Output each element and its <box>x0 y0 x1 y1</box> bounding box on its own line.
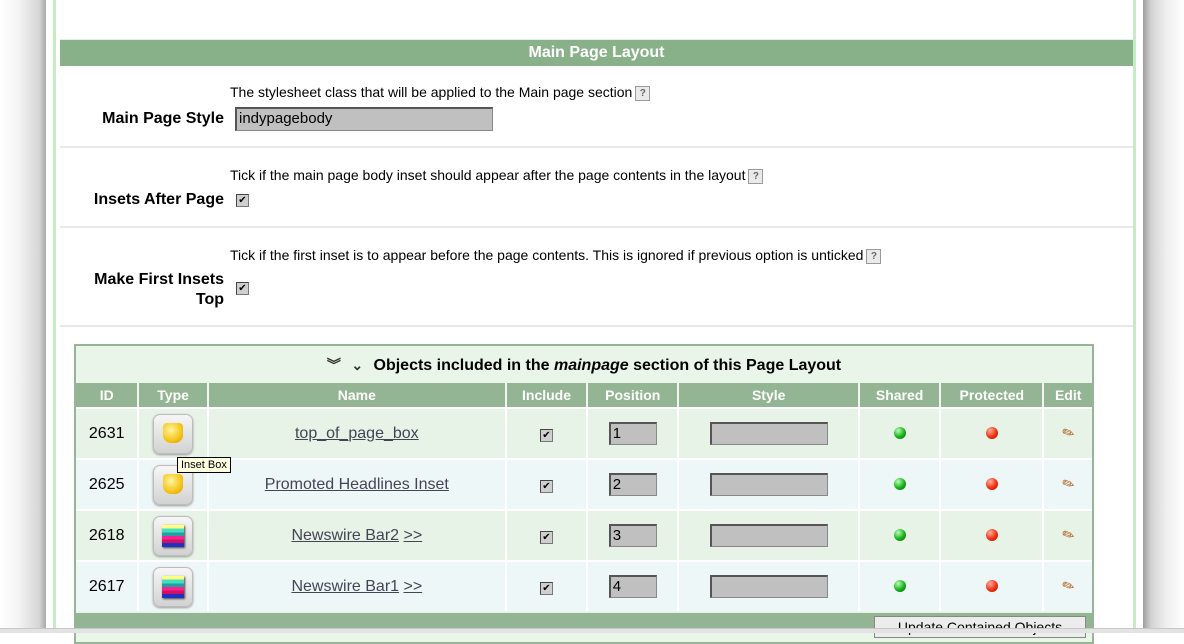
protected-status-red-icon <box>985 580 998 593</box>
newswire-bar-icon <box>153 566 194 607</box>
table-row: 2631 top_of_page_box ✔ 1 ✏ <box>76 407 1092 458</box>
column-header-position: Position <box>588 383 680 407</box>
setting-label: Main Page Style <box>102 110 224 127</box>
objects-table: ID Type Name Include Position Style Shar… <box>76 383 1092 611</box>
style-input[interactable] <box>709 524 828 547</box>
object-id: 2625 <box>76 458 140 509</box>
expand-link[interactable]: >> <box>404 578 423 595</box>
include-checkbox[interactable]: ✔ <box>540 530 553 544</box>
setting-description: Tick if the first inset is to appear bef… <box>230 247 882 264</box>
style-input[interactable] <box>709 575 828 598</box>
column-header-edit: Edit <box>1044 383 1092 407</box>
table-row: 2618 Newswire Bar2 >> ✔ 3 ✏ <box>76 509 1092 560</box>
object-id: 2631 <box>76 407 140 458</box>
include-checkbox[interactable]: ✔ <box>540 581 553 595</box>
object-name-link[interactable]: Newswire Bar2 <box>291 527 399 544</box>
window-shadow-left <box>0 0 46 632</box>
object-id: 2617 <box>76 560 140 611</box>
page-container: Main Page Layout The stylesheet class th… <box>53 0 1136 644</box>
update-contained-objects-button[interactable]: Update Contained Objects <box>874 616 1086 638</box>
section-title: Main Page Layout <box>60 39 1133 66</box>
table-row: 2617 Newswire Bar1 >> ✔ 4 ✏ <box>76 560 1092 611</box>
setting-insets-after-page: Tick if the main page body inset should … <box>60 148 1133 228</box>
column-header-id: ID <box>76 383 140 407</box>
setting-description: Tick if the main page body inset should … <box>230 167 764 184</box>
protected-status-red-icon <box>985 529 998 542</box>
chevron-down-icon[interactable]: ⌄ <box>351 357 363 373</box>
edit-pencil-icon[interactable]: ✏ <box>1059 422 1077 443</box>
column-header-style: Style <box>679 383 860 407</box>
setting-label: Make First Insets Top <box>94 271 224 308</box>
window-bottom-edge <box>0 628 1184 633</box>
object-name-link[interactable]: top_of_page_box <box>295 425 419 442</box>
style-input[interactable] <box>709 422 828 445</box>
column-header-protected: Protected <box>941 383 1045 407</box>
include-checkbox[interactable]: ✔ <box>540 428 553 442</box>
column-header-name: Name <box>208 383 507 407</box>
edit-pencil-icon[interactable]: ✏ <box>1059 575 1077 596</box>
setting-make-first-insets-top: Tick if the first inset is to appear bef… <box>60 228 1133 327</box>
shared-status-green-icon <box>893 427 906 440</box>
setting-main-page-style: The stylesheet class that will be applie… <box>60 66 1133 148</box>
insets-after-page-checkbox[interactable]: ✔ <box>236 194 249 207</box>
objects-panel-header: ︾ ⌄ Objects included in the mainpage sec… <box>326 357 842 374</box>
setting-description: The stylesheet class that will be applie… <box>230 84 651 101</box>
table-header-row: ID Type Name Include Position Style Shar… <box>76 383 1092 407</box>
help-icon[interactable]: ? <box>748 168 764 184</box>
help-icon[interactable]: ? <box>635 85 651 101</box>
position-input[interactable]: 2 <box>608 473 657 496</box>
position-input[interactable]: 3 <box>608 524 657 547</box>
protected-status-red-icon <box>985 427 998 440</box>
double-chevron-down-icon[interactable]: ︾ <box>327 357 341 373</box>
position-input[interactable]: 4 <box>608 575 657 598</box>
position-input[interactable]: 1 <box>608 422 657 445</box>
make-first-insets-top-checkbox[interactable]: ✔ <box>236 282 249 295</box>
type-tooltip: Inset Box <box>177 457 231 473</box>
objects-panel: ︾ ⌄ Objects included in the mainpage sec… <box>74 344 1094 644</box>
column-header-type: Type <box>139 383 209 407</box>
include-checkbox[interactable]: ✔ <box>540 479 553 493</box>
inset-box-icon <box>153 413 194 454</box>
shared-status-green-icon <box>893 529 906 542</box>
protected-status-red-icon <box>985 478 998 491</box>
edit-pencil-icon[interactable]: ✏ <box>1059 473 1077 494</box>
help-icon[interactable]: ? <box>866 248 882 264</box>
newswire-bar-icon <box>153 515 194 556</box>
shared-status-green-icon <box>893 478 906 491</box>
style-input[interactable] <box>709 473 828 496</box>
object-name-link[interactable]: Newswire Bar1 <box>291 578 399 595</box>
column-header-include: Include <box>506 383 589 407</box>
main-page-style-input[interactable]: indypagebody <box>235 107 493 131</box>
object-id: 2618 <box>76 509 140 560</box>
column-header-shared: Shared <box>859 383 942 407</box>
shared-status-green-icon <box>893 580 906 593</box>
expand-link[interactable]: >> <box>404 527 423 544</box>
window-shadow-right <box>1143 0 1184 632</box>
setting-label: Insets After Page <box>93 191 224 208</box>
object-name-link[interactable]: Promoted Headlines Inset <box>265 476 449 493</box>
edit-pencil-icon[interactable]: ✏ <box>1059 524 1077 545</box>
